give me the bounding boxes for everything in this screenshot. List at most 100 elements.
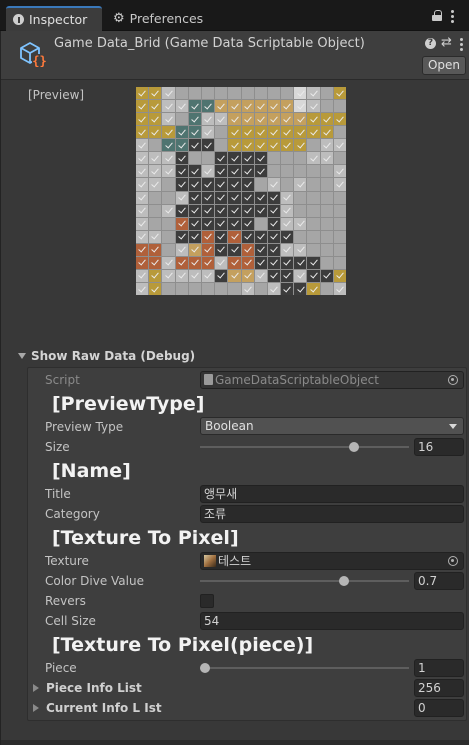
preview-cell[interactable]	[162, 282, 175, 295]
preview-cell[interactable]	[228, 178, 241, 191]
preview-cell[interactable]	[149, 139, 162, 152]
preview-cell[interactable]	[281, 230, 294, 243]
preview-cell[interactable]	[149, 282, 162, 295]
preview-cell[interactable]	[162, 152, 175, 165]
preview-cell[interactable]	[162, 178, 175, 191]
preview-cell[interactable]	[320, 243, 333, 256]
preview-cell[interactable]	[201, 217, 215, 230]
preview-cell[interactable]	[215, 269, 228, 282]
preview-cell[interactable]	[175, 165, 188, 178]
size-input[interactable]: 16	[414, 438, 464, 456]
preview-cell[interactable]	[281, 178, 294, 191]
preview-cell[interactable]	[149, 230, 162, 243]
preview-cell[interactable]	[241, 126, 254, 139]
object-picker-icon[interactable]	[448, 556, 458, 566]
preview-cell[interactable]	[254, 126, 267, 139]
preview-cell[interactable]	[149, 100, 162, 113]
preview-cell[interactable]	[162, 191, 175, 204]
preview-cell[interactable]	[215, 100, 228, 113]
preview-cell[interactable]	[162, 269, 175, 282]
preview-cell[interactable]	[228, 139, 241, 152]
preview-cell[interactable]	[254, 165, 267, 178]
preview-cell[interactable]	[162, 139, 175, 152]
preview-cell[interactable]	[307, 256, 320, 269]
preview-cell[interactable]	[188, 126, 201, 139]
preview-cell[interactable]	[149, 243, 162, 256]
preview-cell[interactable]	[136, 178, 149, 191]
preview-cell[interactable]	[228, 269, 241, 282]
lock-icon[interactable]	[432, 10, 442, 21]
preview-cell[interactable]	[333, 87, 346, 100]
preview-cell[interactable]	[281, 269, 294, 282]
preview-cell[interactable]	[228, 217, 241, 230]
preview-cell[interactable]	[162, 100, 175, 113]
preview-cell[interactable]	[267, 100, 281, 113]
preview-cell[interactable]	[228, 100, 241, 113]
preview-cell[interactable]	[241, 243, 254, 256]
preview-cell[interactable]	[201, 113, 215, 126]
preview-cell[interactable]	[241, 165, 254, 178]
preview-cell[interactable]	[281, 152, 294, 165]
preview-cell[interactable]	[175, 282, 188, 295]
preview-cell[interactable]	[281, 204, 294, 217]
preview-cell[interactable]	[333, 191, 346, 204]
preview-cell[interactable]	[267, 269, 281, 282]
tab-inspector[interactable]: Inspector	[6, 6, 102, 31]
preview-cell[interactable]	[162, 165, 175, 178]
preview-cell[interactable]	[188, 139, 201, 152]
preview-cell[interactable]	[175, 152, 188, 165]
preview-cell[interactable]	[201, 152, 215, 165]
preview-cell[interactable]	[294, 204, 307, 217]
preview-cell[interactable]	[241, 113, 254, 126]
preview-cell[interactable]	[254, 152, 267, 165]
preview-cell[interactable]	[188, 204, 201, 217]
preview-cell[interactable]	[333, 217, 346, 230]
preview-cell[interactable]	[136, 191, 149, 204]
preview-cell[interactable]	[267, 152, 281, 165]
preview-cell[interactable]	[201, 230, 215, 243]
preview-cell[interactable]	[215, 152, 228, 165]
preview-cell[interactable]	[307, 269, 320, 282]
preview-cell[interactable]	[254, 87, 267, 100]
preview-cell[interactable]	[267, 191, 281, 204]
preview-cell[interactable]	[254, 230, 267, 243]
preview-cell[interactable]	[136, 100, 149, 113]
preview-cell[interactable]	[307, 217, 320, 230]
preview-cell[interactable]	[215, 87, 228, 100]
size-slider[interactable]	[200, 442, 409, 452]
preview-cell[interactable]	[136, 217, 149, 230]
preview-cell[interactable]	[188, 87, 201, 100]
preview-cell[interactable]	[241, 217, 254, 230]
preview-cell[interactable]	[215, 191, 228, 204]
preview-cell[interactable]	[294, 217, 307, 230]
preview-cell[interactable]	[162, 243, 175, 256]
preview-cell[interactable]	[228, 113, 241, 126]
preview-cell[interactable]	[228, 282, 241, 295]
preview-cell[interactable]	[215, 126, 228, 139]
preview-cell[interactable]	[254, 269, 267, 282]
preview-cell[interactable]	[320, 152, 333, 165]
preview-cell[interactable]	[188, 217, 201, 230]
open-button[interactable]: Open	[422, 56, 466, 75]
tab-menu-icon[interactable]	[451, 10, 454, 23]
preview-cell[interactable]	[149, 178, 162, 191]
preview-cell[interactable]	[175, 191, 188, 204]
preview-cell[interactable]	[333, 282, 346, 295]
preview-cell[interactable]	[188, 100, 201, 113]
preview-cell[interactable]	[294, 243, 307, 256]
tab-preferences[interactable]: ⚙ Preferences	[106, 6, 206, 31]
preview-cell[interactable]	[188, 243, 201, 256]
preview-cell[interactable]	[281, 243, 294, 256]
preview-cell[interactable]	[307, 165, 320, 178]
preview-cell[interactable]	[307, 191, 320, 204]
preview-cell[interactable]	[201, 139, 215, 152]
color-dive-input[interactable]: 0.7	[414, 572, 464, 590]
preview-cell[interactable]	[241, 178, 254, 191]
preview-cell[interactable]	[254, 282, 267, 295]
preview-cell[interactable]	[175, 100, 188, 113]
preview-cell[interactable]	[215, 113, 228, 126]
preview-cell[interactable]	[333, 204, 346, 217]
preview-cell[interactable]	[307, 139, 320, 152]
preview-cell[interactable]	[201, 165, 215, 178]
preview-cell[interactable]	[228, 191, 241, 204]
